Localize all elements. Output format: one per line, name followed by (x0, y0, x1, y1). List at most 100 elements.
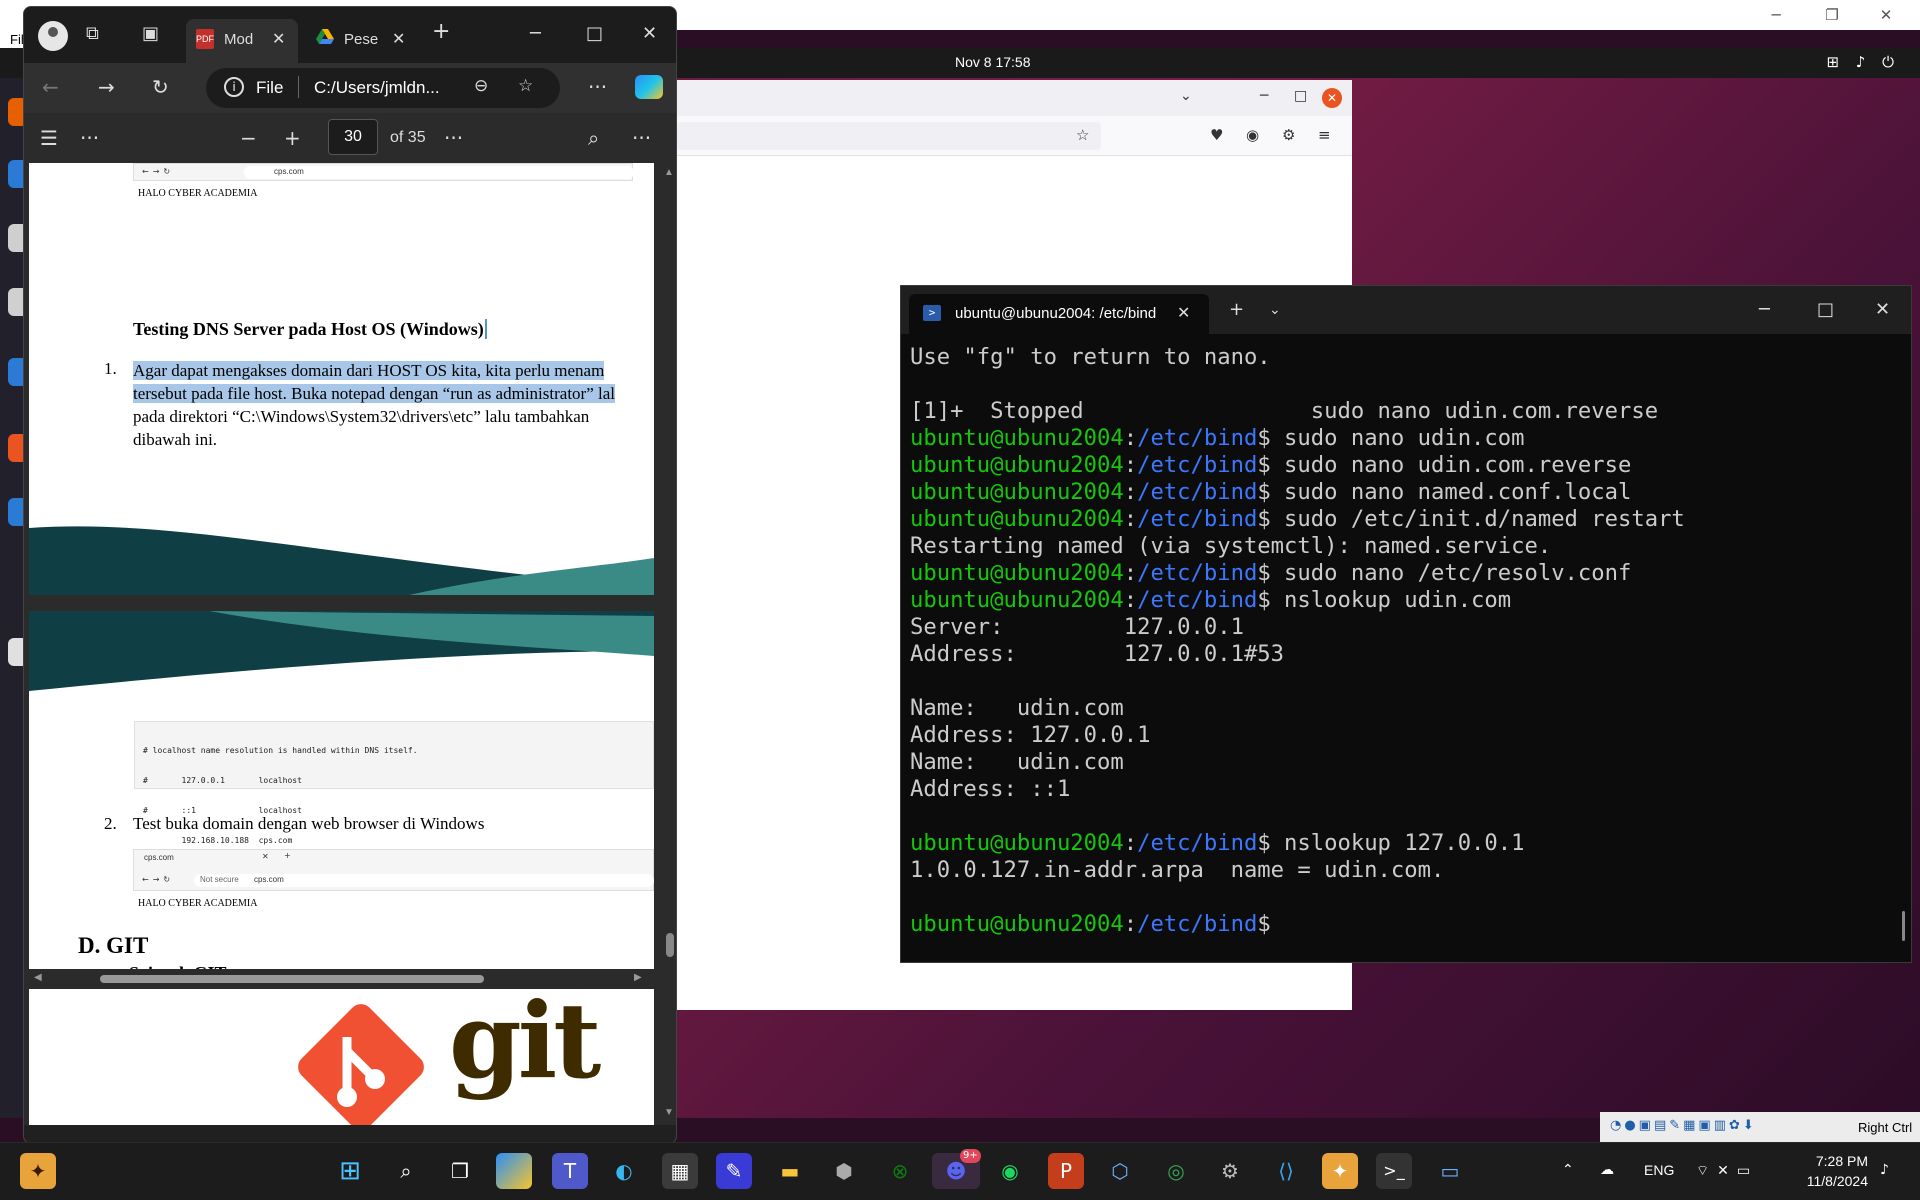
minimize-icon[interactable]: ─ (1759, 299, 1770, 320)
search-icon[interactable]: ⌕ (588, 126, 599, 150)
start-icon[interactable]: ⊞ (332, 1153, 368, 1189)
favorite-star-icon[interactable]: ☆ (518, 76, 533, 96)
menu-icon[interactable]: ≡ (1318, 126, 1331, 144)
close-icon[interactable]: ✕ (1322, 88, 1342, 108)
minimize-icon[interactable]: ─ (1260, 88, 1268, 104)
close-tab-icon[interactable]: ✕ (272, 29, 285, 48)
bookmark-star-icon[interactable]: ☆ (1076, 126, 1089, 144)
back-icon[interactable]: ← (42, 75, 59, 99)
page-number-input[interactable]: 30 (328, 119, 378, 155)
zoom-out-icon[interactable]: ⊖ (474, 76, 488, 96)
prompt-separator: : (1123, 479, 1138, 505)
address-bar[interactable]: i File C:/Users/jmldn... ⊖ ☆ (206, 68, 560, 108)
scroll-right-icon[interactable]: ▶ (634, 972, 642, 983)
extensions-icon[interactable]: ⚙ (1282, 126, 1295, 144)
more-icon[interactable]: ··· (444, 126, 463, 150)
terminal-command-line: ubuntu@ubunu2004:/etc/bind$ (910, 911, 1891, 938)
new-tab-icon[interactable]: + (432, 19, 450, 44)
settings-icon[interactable]: ⚙ (1212, 1153, 1248, 1189)
command-text: $ (1257, 911, 1271, 937)
restore-icon[interactable]: ❐ (1812, 4, 1852, 26)
notification-bell-icon[interactable]: ♪ (1880, 1162, 1889, 1178)
terminal-icon[interactable]: >_ (1376, 1153, 1412, 1189)
profile-avatar[interactable] (38, 21, 68, 51)
minimize-icon[interactable]: ─ (530, 23, 541, 44)
refresh-icon[interactable]: ↻ (152, 75, 169, 99)
close-icon[interactable]: ✕ (642, 23, 657, 44)
clock[interactable]: 7:28 PM 11/8/2024 (1792, 1151, 1868, 1191)
powerpoint-icon[interactable]: P (1048, 1153, 1084, 1189)
tab-drive[interactable]: Pese ✕ (306, 19, 418, 63)
pocket-icon[interactable]: ♥ (1210, 126, 1223, 144)
info-icon[interactable]: i (224, 77, 244, 97)
language-indicator[interactable]: ENG (1644, 1162, 1674, 1178)
widgets-icon[interactable]: ✦ (20, 1153, 56, 1189)
contents-list-icon[interactable]: ☰ (40, 126, 58, 150)
prompt-separator: : (1123, 587, 1138, 613)
minimize-icon[interactable]: ─ (1756, 4, 1796, 26)
screenshot-url: cps.com (254, 875, 284, 884)
tab-pdf[interactable]: PDF Mod ✕ (186, 19, 298, 63)
terminal-tab[interactable]: > ubuntu@ubunu2004: /etc/bind ✕ (909, 294, 1209, 334)
edge-icon[interactable]: ◐ (606, 1153, 642, 1189)
maximize-icon[interactable]: □ (1817, 299, 1834, 320)
task-view-icon[interactable]: ❐ (442, 1153, 478, 1189)
app-icon[interactable]: ▭ (1432, 1153, 1468, 1189)
chevron-down-icon[interactable]: ⌄ (1269, 302, 1281, 318)
forward-icon[interactable]: → (98, 75, 115, 99)
copilot-icon[interactable] (635, 75, 663, 99)
onedrive-icon[interactable]: ☁ (1600, 1162, 1614, 1178)
scroll-left-icon[interactable]: ◀ (34, 972, 42, 983)
chevron-up-icon[interactable]: ⌃ (1562, 1162, 1574, 1178)
teams-icon[interactable]: T (552, 1153, 588, 1189)
more-menu-icon[interactable]: ··· (588, 75, 607, 99)
close-icon[interactable]: ✕ (1875, 299, 1890, 320)
account-icon[interactable]: ◉ (1246, 126, 1259, 144)
maximize-icon[interactable]: □ (1294, 88, 1307, 104)
close-tab-icon[interactable]: ✕ (1177, 303, 1190, 322)
horizontal-scrollbar[interactable]: ◀ ▶ (24, 969, 676, 989)
command-text: $ sudo nano udin.com (1257, 425, 1525, 451)
close-tab-icon[interactable]: ✕ (392, 29, 405, 48)
store-icon[interactable]: ▦ (662, 1153, 698, 1189)
new-tab-icon[interactable]: + (1229, 299, 1244, 320)
search-icon[interactable]: ⌕ (388, 1153, 424, 1189)
vbox-status-icons[interactable]: ◔●▣▤✎▦▣▥✿⬇ (1610, 1118, 1757, 1133)
chevron-down-icon[interactable]: ⌄ (1180, 88, 1192, 104)
scrollbar-thumb[interactable] (666, 933, 674, 957)
terminal-scrollbar[interactable] (1902, 911, 1905, 941)
menu-file[interactable]: Fil (10, 32, 24, 47)
spotify-icon[interactable]: ◉ (992, 1153, 1028, 1189)
xbox-icon[interactable]: ⊗ (882, 1153, 918, 1189)
git-logo-text: git (449, 979, 601, 1102)
scroll-up-icon[interactable]: ▲ (664, 167, 674, 178)
app-icon[interactable]: ✎ (716, 1153, 752, 1189)
chrome-icon[interactable]: ◎ (1158, 1153, 1194, 1189)
file-explorer-icon[interactable]: ▬ (772, 1153, 808, 1189)
url-bar[interactable] (676, 122, 1101, 150)
maximize-icon[interactable]: □ (586, 23, 603, 44)
prompt-path: /etc/bind (1137, 479, 1258, 505)
virtualbox-icon[interactable]: ⬡ (1102, 1153, 1138, 1189)
screenshot-tab-label: cps.com (144, 853, 174, 862)
collections-icon[interactable]: ⧉ (86, 23, 99, 44)
zoom-in-button[interactable]: + (284, 126, 301, 150)
tab-actions-icon[interactable]: ▣ (142, 23, 159, 44)
network-volume-battery-icons[interactable]: ⌔✕▭ (1696, 1162, 1758, 1180)
scroll-down-icon[interactable]: ▼ (664, 1107, 674, 1118)
more-icon[interactable]: ··· (80, 126, 99, 150)
close-icon[interactable]: ✕ (1866, 4, 1906, 26)
app-icon[interactable]: ✦ (1322, 1153, 1358, 1189)
ubuntu-tray-icons[interactable]: ⊞ ♪ ⏻ (1826, 53, 1900, 71)
terminal-output[interactable]: Use "fg" to return to nano. [1]+ Stopped … (910, 344, 1891, 952)
command-text: $ nslookup udin.com (1257, 587, 1512, 613)
prompt-user: ubuntu@ubunu2004 (910, 587, 1124, 613)
discord-icon[interactable]: ☻ 9+ (932, 1149, 981, 1189)
scrollbar-thumb[interactable] (100, 975, 484, 983)
zoom-out-button[interactable]: − (240, 126, 257, 150)
copilot-icon[interactable] (496, 1153, 532, 1189)
ubuntu-clock[interactable]: Nov 8 17:58 (955, 54, 1031, 70)
vscode-icon[interactable]: ⟨⟩ (1268, 1153, 1304, 1189)
more-icon[interactable]: ··· (632, 126, 651, 150)
app-icon[interactable]: ⬢ (826, 1153, 862, 1189)
